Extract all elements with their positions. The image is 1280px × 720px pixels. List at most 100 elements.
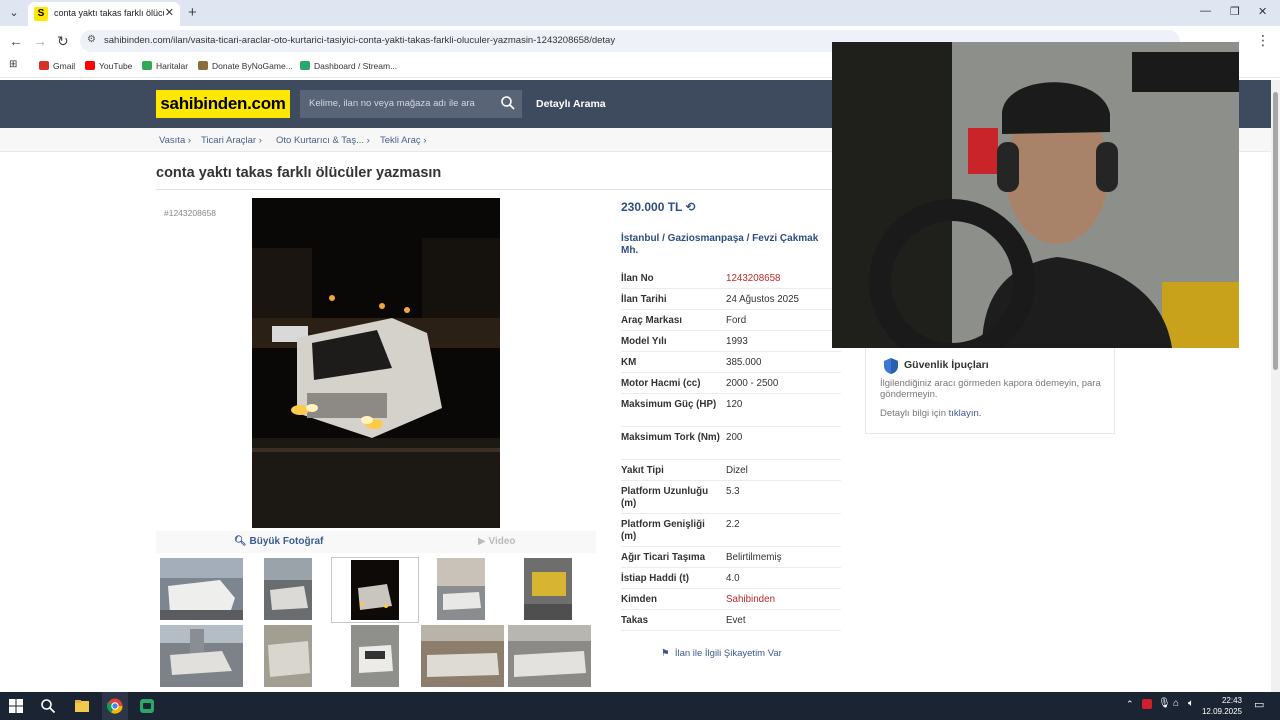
breadcrumb-item[interactable]: Vasıta › <box>159 135 191 146</box>
photo-actions-bar: 🔍︎ Büyük Fotoğraf ▶︎ Video <box>156 531 596 553</box>
magnifier-icon: 🔍︎ <box>234 536 247 547</box>
stream-icon <box>300 61 310 70</box>
spec-row: Platform Genişliği (m) 2.2 <box>621 514 841 547</box>
spec-row: Motor Hacmi (cc) 2000 - 2500 <box>621 373 841 394</box>
listing-location[interactable]: İstanbul / Gaziosmanpaşa / Fevzi Çakmak … <box>621 233 821 257</box>
bookmark-haritalar[interactable]: Haritalar <box>142 61 188 71</box>
spec-row: Yakıt Tipi Dizel <box>621 460 841 481</box>
big-photo-button[interactable]: 🔍︎ Büyük Fotoğraf <box>234 536 323 547</box>
site-search-input[interactable]: Kelime, ilan no veya mağaza adı ile ara <box>300 90 522 118</box>
spec-value: Ford <box>726 315 747 326</box>
restore-icon[interactable]: ❐ <box>1230 5 1240 18</box>
taskbar-clock[interactable]: 22:43 12.09.2025 <box>1202 695 1242 717</box>
spec-label: Kimden <box>621 594 657 605</box>
complaint-link[interactable]: ⚑ İlan ile İlgili Şikayetim Var <box>661 648 782 659</box>
bookmark-youtube[interactable]: YouTube <box>85 61 132 71</box>
windows-taskbar: ⌃ 🎙︎ ⌂ 🔈︎ 22:43 12.09.2025 ▭ <box>0 692 1280 720</box>
main-photo[interactable] <box>252 198 500 528</box>
spec-label: İlan No <box>621 273 654 284</box>
webcam-overlay <box>832 42 1239 348</box>
safety-title: Güvenlik İpuçları <box>904 359 989 371</box>
search-icon[interactable] <box>40 698 56 714</box>
price-history-icon[interactable]: ⟲ <box>686 200 696 214</box>
spec-value: 2000 - 2500 <box>726 378 779 389</box>
scrollbar-thumb[interactable] <box>1273 92 1278 370</box>
spec-label: Ağır Ticari Taşıma <box>621 552 706 563</box>
bookmark-gmail[interactable]: Gmail <box>39 61 75 71</box>
thumbnail[interactable] <box>160 558 243 620</box>
video-button[interactable]: ▶︎ Video <box>478 536 516 547</box>
spec-label: Platform Genişliği (m) <box>621 519 705 542</box>
safety-detail-line: Detaylı bilgi için tıklayın. <box>880 408 982 419</box>
safety-detail-link[interactable]: tıklayın. <box>949 408 982 419</box>
close-window-icon[interactable]: ✕ <box>1258 5 1267 18</box>
forward-icon[interactable]: → <box>33 33 47 49</box>
spec-row: İstiap Haddi (t) 4.0 <box>621 568 841 589</box>
windows-start-icon[interactable] <box>8 698 24 714</box>
site-logo[interactable]: sahibinden.com <box>156 90 290 118</box>
spec-row: İlan Tarihi 24 Ağustos 2025 <box>621 289 841 310</box>
thumbnail[interactable] <box>351 625 399 687</box>
thumbnail[interactable] <box>524 558 572 620</box>
tray-app-icon[interactable] <box>1142 699 1152 709</box>
thumbnail[interactable] <box>264 625 312 687</box>
spec-row: İlan No 1243208658 <box>621 268 841 289</box>
clock-time: 22:43 <box>1221 696 1242 705</box>
thumbnail[interactable] <box>160 625 243 687</box>
microphone-icon[interactable]: 🎙︎ <box>1158 698 1171 709</box>
tab-close-icon[interactable]: ✕ <box>165 6 174 19</box>
browser-menu-icon[interactable]: ⋮ <box>1256 32 1270 49</box>
thumbnail-selected[interactable] <box>331 557 419 623</box>
file-explorer-icon[interactable] <box>74 698 90 714</box>
spec-row: KM 385.000 <box>621 352 841 373</box>
bookmark-dashboard[interactable]: Dashboard / Stream... <box>300 61 397 71</box>
detailed-search-link[interactable]: Detaylı Arama <box>536 98 606 110</box>
thumbnail[interactable] <box>437 558 485 620</box>
spec-value: 5.3 <box>726 486 740 497</box>
spec-label: Platform Uzunluğu (m) <box>621 486 709 509</box>
network-icon[interactable]: ⌂ <box>1173 698 1179 709</box>
chrome-icon[interactable] <box>107 698 123 714</box>
page-scrollbar[interactable] <box>1271 80 1280 692</box>
spec-value: Belirtilmemiş <box>726 552 782 563</box>
spec-label: Model Yılı <box>621 336 667 347</box>
new-tab-icon[interactable]: + <box>188 4 197 21</box>
spec-label: İlan Tarihi <box>621 294 667 305</box>
bookmark-donate[interactable]: Donate ByNoGame... <box>198 61 293 71</box>
safety-text: İlgilendiğiniz aracı görmeden kapora öde… <box>880 378 1101 400</box>
spec-row: Takas Evet <box>621 610 841 631</box>
spec-row: Model Yılı 1993 <box>621 331 841 352</box>
minimize-icon[interactable]: — <box>1200 5 1211 17</box>
thumbnail[interactable] <box>421 625 504 687</box>
breadcrumb-item[interactable]: Oto Kurtarıcı & Taş... › <box>276 135 370 146</box>
spec-label: KM <box>621 357 637 368</box>
streaming-app-icon[interactable] <box>139 698 155 714</box>
search-icon[interactable] <box>500 95 516 111</box>
spec-row: Maksimum Güç (HP) 120 <box>621 394 841 427</box>
spec-table: İlan No 1243208658 İlan Tarihi 24 Ağustos 2… <box>621 268 841 631</box>
spec-label: Araç Markası <box>621 315 682 326</box>
photo-thumbnails <box>156 556 596 692</box>
breadcrumb-item[interactable]: Tekli Araç › <box>380 135 426 146</box>
back-icon[interactable]: ← <box>9 33 23 49</box>
safety-tips-box: Güvenlik İpuçları İlgilendiğiniz aracı g… <box>865 348 1115 434</box>
tab-search-chevron-icon[interactable]: ⌄ <box>4 3 24 23</box>
thumbnail[interactable] <box>508 625 591 687</box>
spec-value: Dizel <box>726 465 748 476</box>
spec-value[interactable]: 1243208658 <box>726 273 781 284</box>
tray-chevron-icon[interactable]: ⌃ <box>1126 699 1134 710</box>
reload-icon[interactable]: ↻ <box>57 33 69 50</box>
shield-icon <box>884 358 898 374</box>
notification-icon[interactable]: ▭ <box>1254 698 1264 711</box>
breadcrumb-item[interactable]: Ticari Araçlar › <box>201 135 262 146</box>
volume-icon[interactable]: 🔈︎ <box>1188 698 1194 709</box>
spec-value[interactable]: Sahibinden <box>726 594 775 605</box>
site-settings-icon[interactable]: ⚙ <box>87 34 96 45</box>
youtube-icon <box>85 61 95 70</box>
search-placeholder: Kelime, ilan no veya mağaza adı ile ara <box>309 98 475 109</box>
browser-tab[interactable]: S conta yaktı takas farklı ölücüler ✕ <box>28 2 180 26</box>
spec-label: İstiap Haddi (t) <box>621 573 690 584</box>
apps-grid-icon[interactable]: ⊞ <box>9 59 17 70</box>
spec-row: Kimden Sahibinden <box>621 589 841 610</box>
thumbnail[interactable] <box>264 558 312 620</box>
